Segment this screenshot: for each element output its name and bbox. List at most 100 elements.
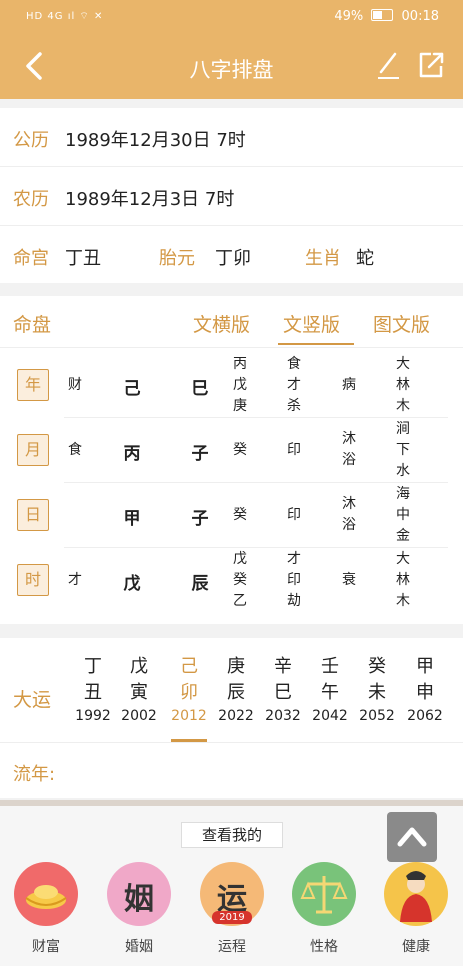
minggong-row: 命宫 丁丑 胎元 丁卯 生肖 蛇 <box>0 226 463 284</box>
dayun-gan: 癸 <box>368 656 386 677</box>
mingpan-card: 命盘 文横版 文竖版 图文版 年财己巳丙戊庚食才杀病大林木月食丙子癸印沐浴涧下水… <box>0 296 463 624</box>
marriage-icon-glyph: 姻 <box>124 882 154 917</box>
dayun-zhi: 未 <box>368 682 386 703</box>
zhi-cell: 子 <box>191 509 209 529</box>
minggong-label: 命宫 <box>13 248 49 269</box>
fushen-col: 印 <box>284 440 304 461</box>
fushen-col: 印 <box>284 505 304 526</box>
shishen-cell: 才 <box>68 572 82 588</box>
health-icon[interactable] <box>384 862 448 926</box>
feature-label: 性格 <box>310 939 338 955</box>
fushen-col-char: 食 <box>287 355 301 372</box>
gan-cell: 己 <box>123 379 141 399</box>
state-col-char: 浴 <box>342 452 356 468</box>
tab-wenshu[interactable]: 文竖版 <box>283 310 340 337</box>
dayun-year: 2022 <box>218 708 254 724</box>
feature-label: 运程 <box>218 939 246 955</box>
mingpan-label: 命盘 <box>13 314 52 336</box>
dayun-year: 2002 <box>121 708 157 724</box>
fushen-col: 才印劫 <box>284 549 304 612</box>
dayun-item[interactable]: 癸未 2052 <box>358 654 396 724</box>
share-button[interactable] <box>417 50 445 80</box>
gongli-label: 公历 <box>13 130 49 151</box>
nayin-col: 大林木 <box>393 354 413 417</box>
shengxiao-label: 生肖 <box>305 248 341 269</box>
dayun-zhi: 丑 <box>84 682 102 703</box>
dayun-gan: 丁 <box>84 656 102 677</box>
wealth-icon[interactable] <box>14 862 78 926</box>
nayin-col-char: 林 <box>396 571 410 588</box>
zhi-cell: 巳 <box>191 379 209 399</box>
dayun-year: 2032 <box>265 708 301 724</box>
scroll-top-button[interactable] <box>387 812 437 862</box>
fortune-icon[interactable]: 运 2019 <box>200 862 264 926</box>
canggan-col: 癸 <box>230 440 250 461</box>
battery-percent: 49% <box>334 9 364 24</box>
dayun-item[interactable]: 甲申 2062 <box>406 654 444 724</box>
canggan-col-char: 戊 <box>233 376 247 393</box>
nayin-col-char: 木 <box>396 592 410 609</box>
status-right: 49% 00:18 <box>334 9 439 24</box>
dayun-gan: 戊 <box>130 656 148 677</box>
canggan-col: 戊癸乙 <box>230 549 250 612</box>
zhi-cell: 辰 <box>191 574 209 594</box>
nayin-col-char: 中 <box>396 506 410 523</box>
nayin-col-char: 大 <box>396 550 410 567</box>
nayin-col-char: 木 <box>396 397 410 414</box>
dayun-item[interactable]: 庚辰 2022 <box>217 654 255 724</box>
state-col: 沐浴 <box>339 429 359 471</box>
dayun-item[interactable]: 丁丑 1992 <box>74 654 112 724</box>
state-col-char: 浴 <box>342 517 356 533</box>
marriage-icon[interactable]: 姻 <box>107 862 171 926</box>
personality-icon[interactable] <box>292 862 356 926</box>
dayun-item[interactable]: 辛巳 2032 <box>264 654 302 724</box>
dayun-item[interactable]: 己卯 2012 <box>170 654 208 724</box>
fushen-col-char: 劫 <box>287 592 301 609</box>
state-col-char: 沐 <box>342 496 356 512</box>
canggan-col-char: 癸 <box>233 441 247 458</box>
liunian-label: 流年: <box>13 764 56 785</box>
tab-underline <box>278 343 354 345</box>
dayun-year: 2052 <box>359 708 395 724</box>
nayin-col-char: 涧 <box>396 420 410 437</box>
fushen-col-char: 杀 <box>287 397 301 414</box>
dayun-item[interactable]: 壬午 2042 <box>311 654 349 724</box>
look-mine-label: 查看我的 <box>181 822 283 848</box>
state-col-char: 沐 <box>342 431 356 447</box>
state-col-char: 病 <box>342 376 356 393</box>
canggan-col-char: 癸 <box>233 571 247 588</box>
dayun-zhi: 寅 <box>130 682 148 703</box>
fushen-col: 食才杀 <box>284 354 304 417</box>
dayun-gan: 庚 <box>227 656 245 677</box>
nayin-col: 涧下水 <box>393 419 413 482</box>
pillar-badge: 日 <box>17 499 49 531</box>
feature-label: 健康 <box>402 939 430 955</box>
chevron-up-icon <box>397 827 427 847</box>
dayun-card: 大运 丁丑 1992 戊寅 2002 己卯 2012 庚辰 2022 辛巳 2032 壬午 2042 癸… <box>0 638 463 798</box>
nayin-col-char: 大 <box>396 355 410 372</box>
gan-cell: 甲 <box>123 509 141 529</box>
pillar-badge: 时 <box>17 564 49 596</box>
dayun-zhi: 午 <box>321 682 339 703</box>
tab-tuwen[interactable]: 图文版 <box>373 310 430 337</box>
feature-label: 婚姻 <box>125 939 153 955</box>
gongli-value: 1989年12月30日 7时 <box>65 130 246 151</box>
gan-cell: 戊 <box>123 574 141 594</box>
bottom-panel: 查看我的 财富 姻婚姻 运 2019 运程 性格 健康 <box>0 800 463 966</box>
gongli-row: 公历 1989年12月30日 7时 <box>0 108 463 167</box>
top-bar: HD 4G ıl ⌔ ✕ 49% 00:18 八字排盘 <box>0 0 463 99</box>
canggan-col-char: 丙 <box>233 355 247 372</box>
tab-wenheng[interactable]: 文横版 <box>193 310 250 337</box>
dayun-item[interactable]: 戊寅 2002 <box>120 654 158 724</box>
year-badge: 2019 <box>212 911 252 924</box>
fushen-col-char: 才 <box>287 376 301 393</box>
dayun-label: 大运 <box>13 689 52 711</box>
nongli-label: 农历 <box>13 189 49 210</box>
pencil-icon <box>378 52 399 79</box>
canggan-col: 癸 <box>230 505 250 526</box>
dayun-gan: 壬 <box>321 656 339 677</box>
edit-button[interactable] <box>375 50 401 80</box>
state-col: 病 <box>339 375 359 396</box>
nongli-row: 农历 1989年12月3日 7时 <box>0 167 463 226</box>
dayun-year: 1992 <box>75 708 111 724</box>
